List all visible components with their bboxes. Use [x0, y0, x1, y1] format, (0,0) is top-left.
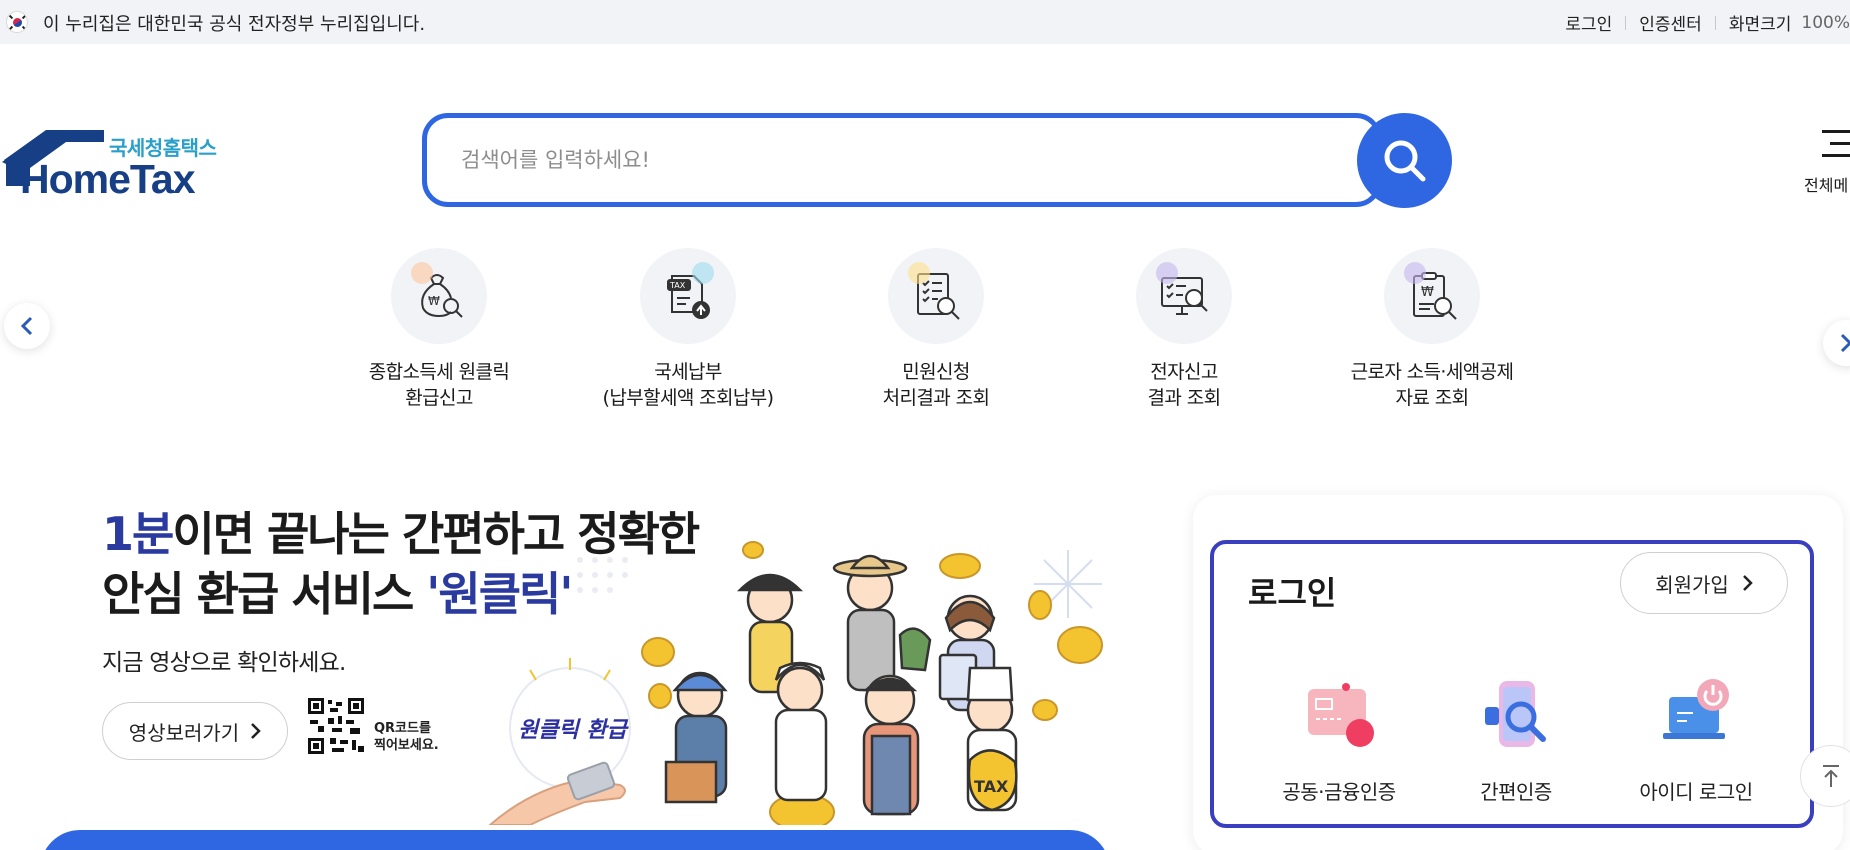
hamburger-icon: [1822, 130, 1850, 133]
quick-menu-item[interactable]: ₩ 근로자 소득·세액공제자료 조회: [1322, 248, 1542, 411]
quick-menu-next-button[interactable]: [1823, 320, 1850, 366]
util-login-link[interactable]: 로그인: [1565, 10, 1612, 35]
quick-menu-label: 처리결과 조회: [882, 387, 990, 409]
simple-auth-label: 간편인증: [1480, 780, 1552, 804]
arrow-up-icon: [1823, 765, 1839, 787]
search-button[interactable]: [1357, 113, 1452, 208]
refund-people-illustration: 원클릭 환급 TAX: [488, 541, 1103, 825]
id-login-option[interactable]: 아이디 로그인: [1606, 672, 1786, 805]
quick-menu-item[interactable]: 전자신고결과 조회: [1074, 248, 1294, 411]
tax-bag-label: TAX: [974, 777, 1009, 796]
quick-menu-label: 자료 조회: [1395, 387, 1470, 409]
quick-menu-label: (납부할세액 조회납부): [602, 387, 775, 409]
quick-menu-item[interactable]: ₩ 종합소득세 원클릭환급신고: [329, 248, 549, 411]
hometax-logo[interactable]: 국세청홈택스 HomeTax: [0, 124, 230, 204]
svg-text:₩: ₩: [428, 294, 440, 308]
quick-menu-prev-button[interactable]: [4, 303, 50, 349]
korea-flag-icon: [6, 11, 28, 33]
laptop-power-icon: [1663, 679, 1729, 739]
banner-bottom-bar: [40, 830, 1110, 850]
cert-login-label: 공동·금융인증: [1282, 780, 1396, 804]
login-title: 로그인: [1248, 574, 1337, 612]
badge-text: 원클릭 환급: [518, 718, 630, 743]
quick-menu-item[interactable]: TAX 국세납부 (납부할세액 조회납부): [578, 248, 798, 411]
quick-menu-label: 환급신고: [405, 387, 473, 409]
simple-auth-option[interactable]: 간편인증: [1426, 672, 1606, 805]
quick-menu-label: 종합소득세 원클릭: [368, 361, 510, 383]
quick-menu-label: 근로자 소득·세액공제: [1350, 361, 1514, 383]
gov-notice-bar: 이 누리집은 대한민국 공식 전자정부 누리집입니다. 로그인 인증센터 화면크…: [0, 0, 1850, 44]
id-login-label: 아이디 로그인: [1639, 780, 1753, 804]
search-icon: [1384, 140, 1425, 181]
logo-title: HomeTax: [20, 156, 196, 202]
zoom-level[interactable]: 100%: [1801, 13, 1850, 33]
quick-menu-label: 결과 조회: [1147, 387, 1222, 409]
login-box: 로그인 회원가입 공동·금융인증 간편인증 아이디 로그인: [1210, 540, 1814, 828]
search-input[interactable]: [422, 113, 1382, 207]
quick-menu-item[interactable]: 민원신청처리결과 조회: [826, 248, 1046, 411]
svg-text:TAX: TAX: [669, 281, 686, 290]
certificate-card-icon: [1308, 683, 1374, 747]
signup-button[interactable]: 회원가입: [1620, 552, 1788, 614]
chevron-right-icon: [1840, 333, 1850, 353]
gov-notice-text: 이 누리집은 대한민국 공식 전자정부 누리집입니다.: [43, 14, 426, 35]
banner-title-text: 안심 환급 서비스: [102, 567, 427, 621]
util-screen-size-link[interactable]: 화면크기: [1729, 10, 1792, 35]
util-cert-center-link[interactable]: 인증센터: [1639, 10, 1702, 35]
divider: [1625, 15, 1627, 30]
qr-code-icon: [306, 696, 366, 756]
watch-video-label: 영상보러가기: [128, 720, 240, 745]
all-menu-button[interactable]: 전체메: [1800, 128, 1850, 198]
quick-menu-label: 민원신청: [902, 361, 970, 383]
phone-search-icon: [1485, 681, 1546, 747]
search-bar: [422, 113, 1452, 208]
divider: [1714, 15, 1716, 30]
chevron-right-icon: [251, 723, 261, 739]
quick-menu-label: 전자신고: [1150, 361, 1218, 383]
chevron-left-icon: [20, 316, 33, 336]
chevron-right-icon: [1742, 575, 1753, 591]
qr-instruction: QR코드를 찍어보세요.: [374, 721, 439, 753]
utility-links: 로그인 인증센터 화면크기 100%: [1565, 10, 1850, 36]
svg-text:₩: ₩: [1421, 285, 1434, 300]
banner-subtitle: 지금 영상으로 확인하세요.: [102, 650, 346, 676]
all-menu-label: 전체메: [1804, 176, 1849, 195]
quick-menu-label: 국세납부: [654, 361, 722, 383]
watch-video-button[interactable]: 영상보러가기: [102, 702, 288, 760]
cert-login-option[interactable]: 공동·금융인증: [1249, 672, 1429, 805]
banner-title-highlight: 1분: [102, 507, 174, 561]
signup-label: 회원가입: [1655, 572, 1729, 597]
